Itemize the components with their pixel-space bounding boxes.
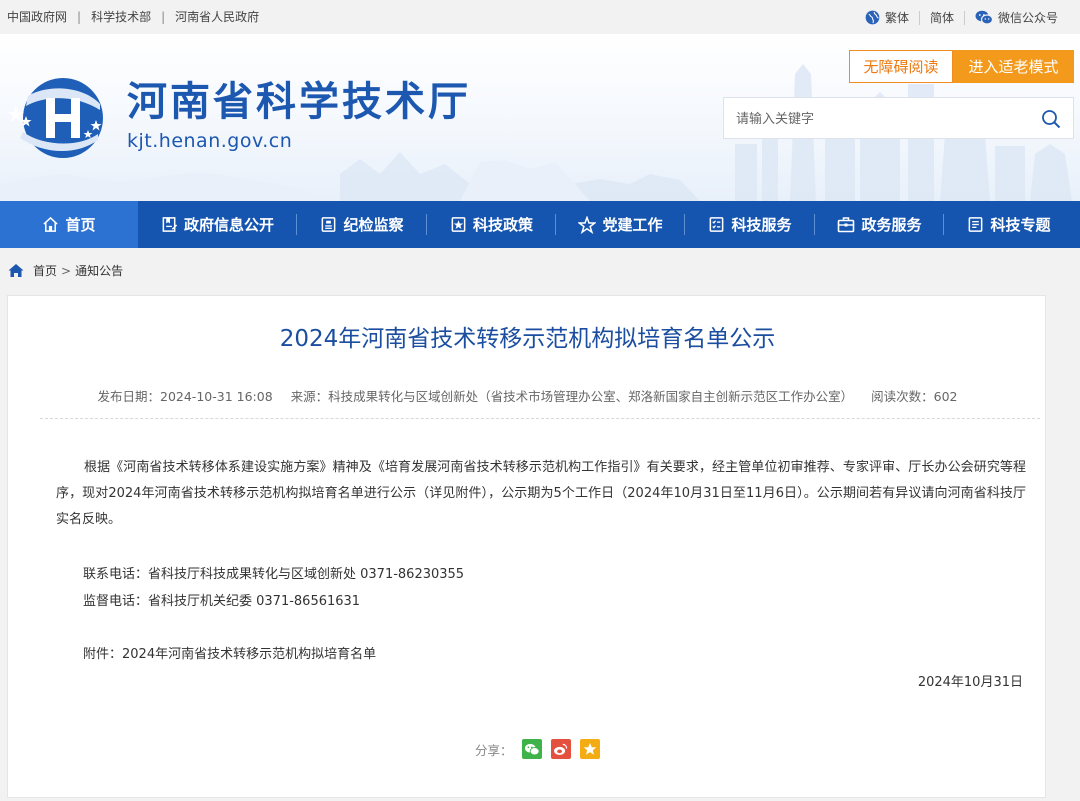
publish-date: 发布日期：2024-10-31 16:08 [97, 389, 273, 404]
policy-icon [451, 217, 466, 232]
star-icon [578, 215, 597, 234]
home-icon [43, 216, 59, 232]
nav-label: 科技服务 [731, 216, 792, 234]
link-most[interactable]: 科学技术部 [91, 10, 151, 24]
top-right-tools: 繁体 简体 微信公众号 [865, 9, 1058, 26]
wechat-icon [975, 10, 993, 25]
nav-label: 科技专题 [990, 216, 1051, 234]
topic-icon [969, 217, 983, 232]
nav-item-gov-info[interactable]: 政府信息公开 [138, 201, 297, 248]
top-bar: 中国政府网 | 科学技术部 | 河南省人民政府 繁体 简体 微信公众号 [0, 0, 1080, 34]
nav-item-home[interactable]: 首页 [0, 201, 138, 248]
article-card: 2024年河南省技术转移示范机构拟培育名单公示 发布日期：2024-10-31 … [7, 295, 1046, 798]
link-gov-cn[interactable]: 中国政府网 [7, 10, 67, 24]
top-separator: | [161, 10, 166, 24]
wechat-icon [524, 743, 540, 755]
favorite-share-icon[interactable] [579, 739, 600, 759]
wechat-share-icon[interactable] [521, 739, 542, 759]
article-source: 来源：科技成果转化与区域创新处（省技术市场管理办公室、郑洛新国家自主创新示范区工… [290, 389, 854, 404]
breadcrumb-separator: > [61, 263, 72, 278]
dashed-divider [40, 418, 1040, 419]
signature-date: 2024年10月31日 [917, 675, 1023, 690]
nav-item-topic[interactable]: 科技专题 [944, 201, 1074, 248]
simplified-chinese-link[interactable]: 简体 [930, 9, 954, 26]
nav-item-party[interactable]: 党建工作 [556, 201, 685, 248]
site-domain: kjt.henan.gov.cn [127, 130, 293, 152]
nav-label: 科技政策 [472, 216, 533, 234]
article-body-paragraph: 根据《河南省技术转移体系建设实施方案》精神及《培育发展河南省技术转移示范机构工作… [56, 460, 1026, 527]
nav-item-gov-service[interactable]: 政务服务 [815, 201, 944, 248]
wechat-label: 微信公众号 [997, 11, 1058, 25]
nav-label: 纪检监察 [343, 216, 404, 234]
nav-label: 首页 [65, 216, 96, 234]
main-nav: 首页 政府信息公开 纪检监察 科技政策 党建工作 科技服务 政务服务 科技专题 [0, 201, 1080, 248]
site-title: 河南省科学技术厅 [127, 79, 471, 125]
attachment-link[interactable]: 附件：2024年河南省技术转移示范机构拟培育名单 [83, 643, 376, 662]
weibo-share-icon[interactable] [550, 739, 571, 759]
nav-label: 政务服务 [861, 216, 922, 234]
top-separator: | [77, 10, 82, 24]
contact-phone: 联系电话：省科技厅科技成果转化与区域创新处 0371-86230355 [83, 567, 465, 582]
nav-label: 党建工作 [602, 216, 663, 234]
divider [918, 10, 920, 25]
view-count: 阅读次数：602 [871, 389, 958, 404]
nav-label: 政府信息公开 [183, 216, 274, 234]
home-icon [8, 264, 24, 277]
nav-item-policy[interactable]: 科技政策 [427, 201, 556, 248]
info-open-icon [162, 217, 178, 232]
breadcrumb-current[interactable]: 通知公告 [75, 262, 123, 279]
service-icon [710, 217, 724, 232]
elderly-mode-button[interactable]: 进入适老模式 [953, 50, 1074, 83]
globe-icon [865, 10, 880, 25]
henan-kjt-logo [8, 78, 103, 158]
inspection-icon [322, 217, 336, 232]
accessible-reading-button[interactable]: 无障碍阅读 [849, 50, 953, 83]
traditional-chinese-link[interactable]: 繁体 [865, 9, 909, 26]
supervision-phone: 监督电话：省科技厅机关纪委 0371-86561631 [83, 594, 361, 609]
share-label: 分享： [475, 742, 513, 758]
simplified-label: 简体 [929, 11, 954, 25]
site-header: 河南省科学技术厅 kjt.henan.gov.cn 无障碍阅读 进入适老模式 [0, 34, 1080, 201]
divider [963, 10, 965, 25]
search-input[interactable] [736, 109, 1026, 129]
briefcase-icon [838, 217, 855, 233]
nav-item-sci-service[interactable]: 科技服务 [685, 201, 815, 248]
share-bar: 分享： [475, 739, 600, 759]
top-links: 中国政府网 | 科学技术部 | 河南省人民政府 [7, 10, 259, 24]
search-box [723, 97, 1074, 139]
search-icon[interactable] [1041, 109, 1061, 129]
breadcrumb-home[interactable]: 首页 [33, 262, 57, 279]
weibo-icon [554, 743, 568, 755]
link-henan-gov[interactable]: 河南省人民政府 [175, 10, 259, 24]
favorite-icon [583, 743, 596, 755]
nav-item-inspection[interactable]: 纪检监察 [297, 201, 427, 248]
article-title: 2024年河南省技术转移示范机构拟培育名单公示 [279, 326, 776, 352]
wechat-account-link[interactable]: 微信公众号 [975, 9, 1058, 26]
breadcrumb: 首页 > 通知公告 [8, 262, 123, 279]
article-meta: 发布日期：2024-10-31 16:08 来源：科技成果转化与区域创新处（省技… [8, 386, 1047, 405]
traditional-label: 繁体 [884, 11, 909, 25]
